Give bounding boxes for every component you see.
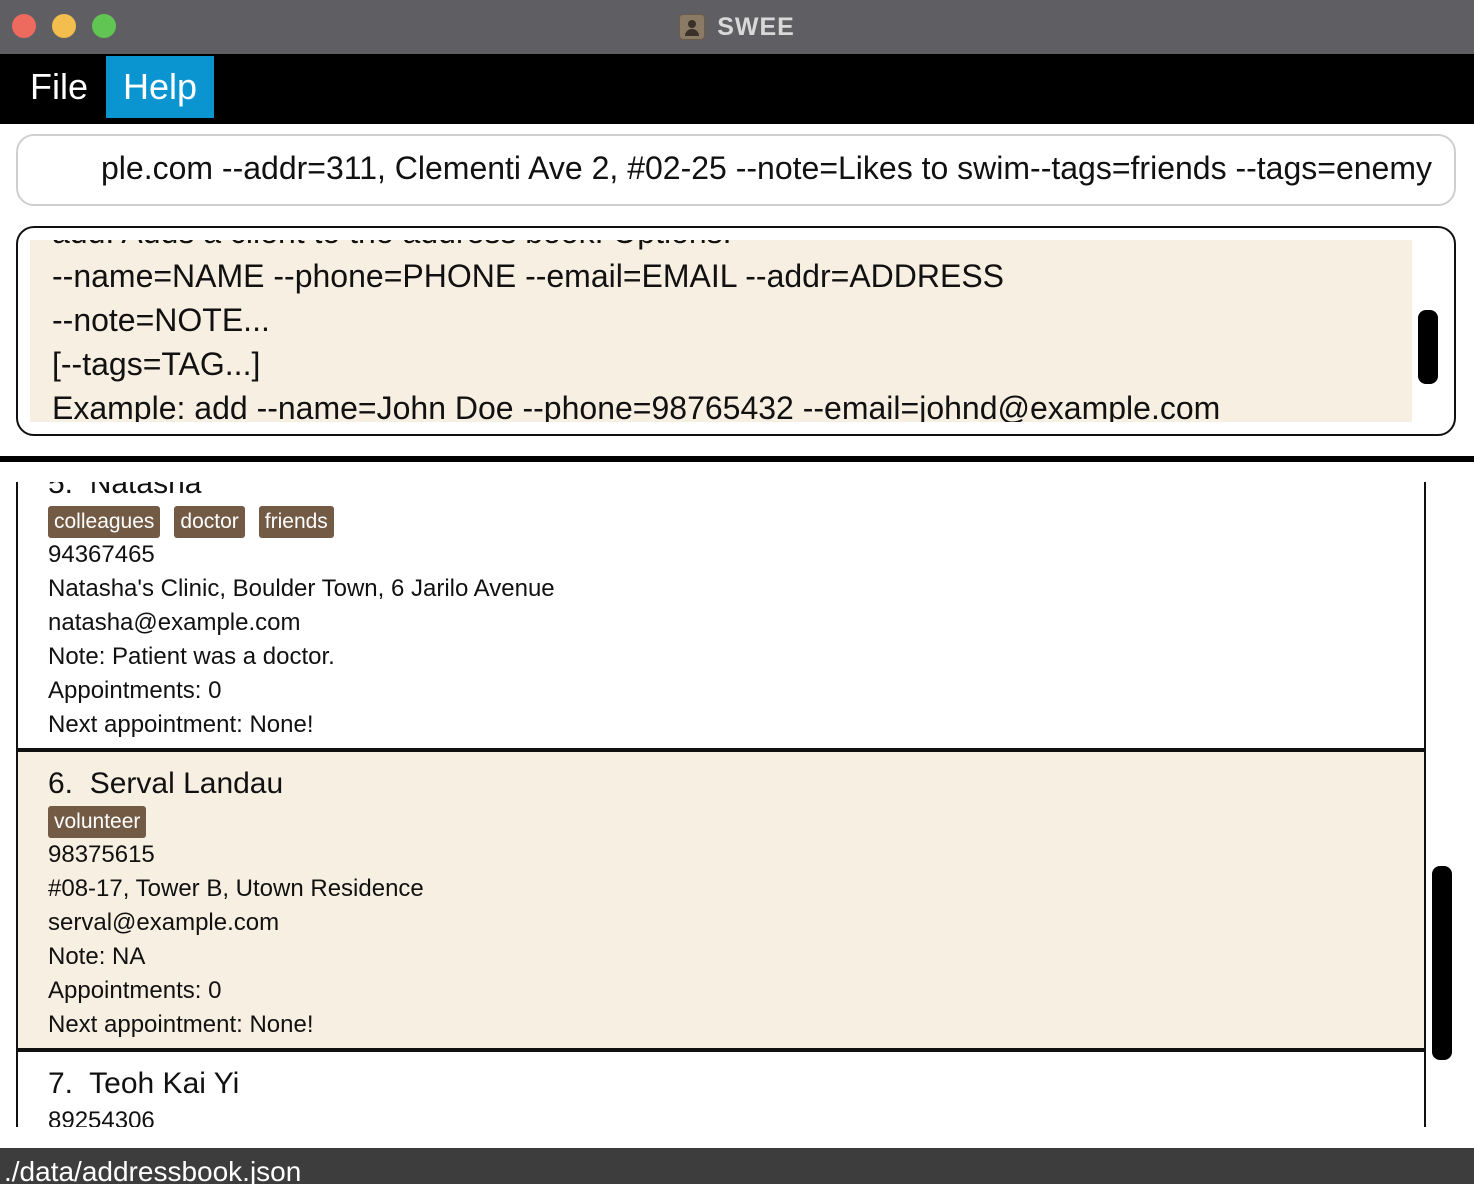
- person-index: 7.: [48, 1067, 74, 1100]
- result-scrollbar[interactable]: [1418, 310, 1438, 384]
- address-book-icon: [679, 14, 706, 40]
- window-title: SWEE: [717, 12, 795, 41]
- result-line: --note=NOTE...: [52, 302, 270, 338]
- person-address: #08-17, Tower B, Utown Residence: [48, 875, 424, 902]
- person-name-row: 5. Natasha: [48, 482, 1424, 504]
- result-text: add: Adds a client to the address book. …: [52, 240, 1220, 422]
- person-list[interactable]: 5. Natasha colleagues doctor friends 943…: [16, 482, 1426, 1127]
- person-card[interactable]: 7. Teoh Kai Yi 89254306: [18, 1052, 1424, 1127]
- command-input[interactable]: ple.com --addr=311, Clementi Ave 2, #02-…: [16, 134, 1456, 206]
- person-list-scrollbar[interactable]: [1432, 866, 1452, 1060]
- menu-help[interactable]: Help: [106, 56, 214, 118]
- person-email: natasha@example.com: [48, 609, 301, 636]
- pane-divider[interactable]: [0, 456, 1474, 462]
- menu-bar: File Help: [0, 54, 1474, 124]
- person-address: Natasha's Clinic, Boulder Town, 6 Jarilo…: [48, 575, 555, 602]
- person-name: Teoh Kai Yi: [89, 1067, 240, 1100]
- tag-list: colleagues doctor friends: [48, 506, 1424, 538]
- person-note: Note: Patient was a doctor.: [48, 643, 335, 670]
- tag: volunteer: [48, 806, 147, 838]
- person-index: 5.: [48, 482, 74, 500]
- person-name: Natasha: [89, 482, 202, 500]
- person-note: Note: NA: [48, 943, 146, 970]
- person-index: 6.: [48, 767, 74, 800]
- tag: doctor: [174, 506, 245, 538]
- result-line: --name=NAME --phone=PHONE --email=EMAIL …: [52, 258, 1005, 294]
- result-line: Example: add --name=John Doe --phone=987…: [52, 390, 1221, 422]
- person-next-appointment: Next appointment: None!: [48, 1011, 314, 1038]
- result-display: add: Adds a client to the address book. …: [16, 226, 1456, 436]
- tag-list: volunteer: [48, 806, 1424, 838]
- person-card-selected[interactable]: 6. Serval Landau volunteer 98375615 #08-…: [18, 752, 1424, 1048]
- tag: friends: [258, 506, 334, 538]
- person-appointments: Appointments: 0: [48, 677, 222, 704]
- person-next-appointment: Next appointment: None!: [48, 711, 314, 738]
- tag: colleagues: [48, 506, 161, 538]
- result-display-content: add: Adds a client to the address book. …: [30, 240, 1412, 422]
- menu-file[interactable]: File: [18, 56, 100, 118]
- person-name-row: 7. Teoh Kai Yi: [48, 1064, 1424, 1104]
- person-email: serval@example.com: [48, 909, 280, 936]
- person-phone: 98375615: [48, 841, 155, 868]
- window-title-group: SWEE: [0, 0, 1474, 54]
- person-card[interactable]: 5. Natasha colleagues doctor friends 943…: [18, 482, 1424, 748]
- status-bar: ./data/addressbook.json: [0, 1148, 1474, 1184]
- result-line: add: Adds a client to the address book. …: [52, 240, 1220, 254]
- person-name-row: 6. Serval Landau: [48, 764, 1424, 804]
- data-file-path: ./data/addressbook.json: [4, 1156, 302, 1184]
- person-appointments: Appointments: 0: [48, 977, 222, 1004]
- person-phone: 94367465: [48, 541, 155, 568]
- command-input-text: ple.com --addr=311, Clementi Ave 2, #02-…: [100, 150, 1432, 186]
- person-name: Serval Landau: [89, 767, 284, 800]
- result-line: [--tags=TAG...]: [52, 346, 261, 382]
- person-phone: 89254306: [48, 1107, 155, 1127]
- title-bar: SWEE: [0, 0, 1474, 54]
